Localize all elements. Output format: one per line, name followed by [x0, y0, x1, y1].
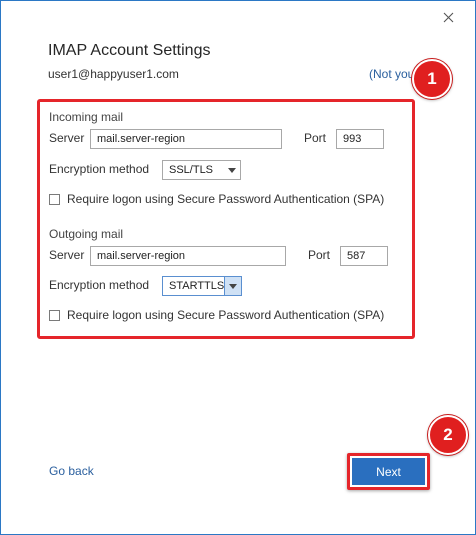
incoming-server-label: Server	[49, 131, 85, 145]
imap-settings-dialog: IMAP Account Settings user1@happyuser1.c…	[0, 0, 476, 535]
go-back-link[interactable]: Go back	[49, 464, 94, 478]
outgoing-server-input[interactable]	[90, 246, 286, 266]
outgoing-port-label: Port	[308, 248, 331, 262]
next-button[interactable]: Next	[352, 458, 425, 485]
incoming-server-input[interactable]	[90, 129, 282, 149]
outgoing-spa-label: Require logon using Secure Password Auth…	[67, 308, 385, 322]
incoming-encryption-value: SSL/TLS	[169, 164, 214, 176]
close-button[interactable]	[435, 5, 461, 29]
outgoing-port-input[interactable]	[340, 246, 388, 266]
dialog-title: IMAP Account Settings	[48, 42, 211, 59]
account-email: user1@happyuser1.com	[48, 67, 179, 81]
outgoing-mail-heading: Outgoing mail	[49, 227, 124, 241]
incoming-port-input[interactable]	[336, 129, 384, 149]
outgoing-spa-checkbox-row[interactable]: Require logon using Secure Password Auth…	[49, 308, 384, 322]
chevron-down-icon	[224, 161, 240, 179]
incoming-port-label: Port	[304, 131, 327, 145]
step-badge-2: 2	[428, 415, 468, 455]
next-button-highlight: Next	[347, 453, 430, 490]
outgoing-encryption-value: STARTTLS	[169, 280, 225, 292]
incoming-spa-checkbox-row[interactable]: Require logon using Secure Password Auth…	[49, 192, 384, 206]
outgoing-spa-checkbox[interactable]	[49, 309, 60, 321]
incoming-spa-checkbox[interactable]	[49, 193, 60, 205]
outgoing-encryption-label: Encryption method	[49, 278, 150, 292]
incoming-mail-heading: Incoming mail	[49, 110, 124, 124]
step-badge-1: 1	[412, 59, 452, 99]
chevron-down-icon	[224, 277, 241, 295]
incoming-spa-label: Require logon using Secure Password Auth…	[67, 192, 385, 206]
incoming-encryption-select[interactable]: SSL/TLS	[162, 160, 241, 180]
outgoing-encryption-select[interactable]: STARTTLS	[162, 276, 242, 296]
incoming-encryption-label: Encryption method	[49, 162, 150, 176]
close-icon	[443, 12, 453, 22]
outgoing-server-label: Server	[49, 248, 85, 262]
